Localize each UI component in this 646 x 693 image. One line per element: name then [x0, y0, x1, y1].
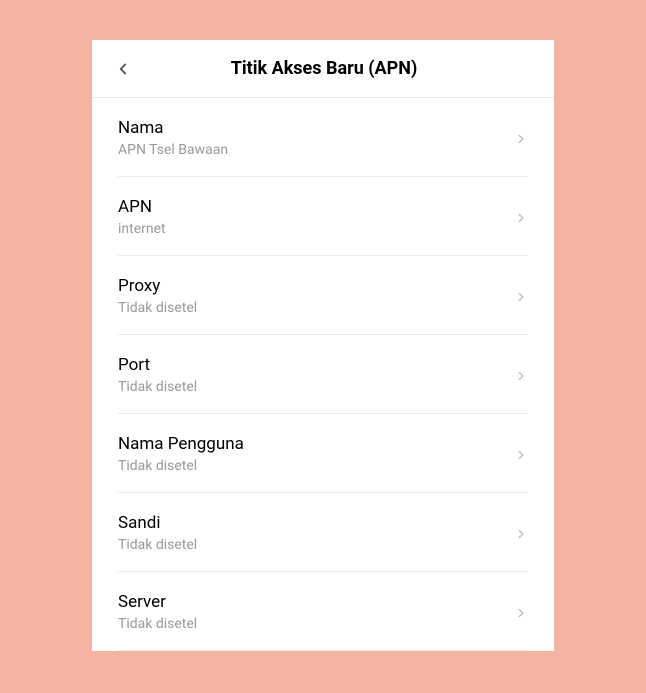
setting-item-text: Port Tidak disetel — [118, 355, 197, 395]
setting-value: Tidak disetel — [118, 616, 197, 632]
setting-label: Nama — [118, 118, 228, 138]
setting-label: APN — [118, 197, 166, 217]
page-title: Titik Akses Baru (APN) — [132, 58, 516, 79]
setting-value: Tidak disetel — [118, 537, 197, 553]
chevron-right-icon — [514, 210, 528, 224]
setting-label: Port — [118, 355, 197, 375]
setting-value: Tidak disetel — [118, 379, 197, 395]
settings-list: Nama APN Tsel Bawaan APN internet — [92, 98, 554, 651]
setting-item-sandi[interactable]: Sandi Tidak disetel — [118, 493, 528, 572]
chevron-right-icon — [514, 447, 528, 461]
setting-item-nama[interactable]: Nama APN Tsel Bawaan — [118, 98, 528, 177]
setting-item-text: Nama APN Tsel Bawaan — [118, 118, 228, 158]
back-icon[interactable] — [114, 60, 132, 78]
setting-value: internet — [118, 221, 166, 237]
chevron-right-icon — [514, 131, 528, 145]
chevron-right-icon — [514, 368, 528, 382]
setting-item-text: Proxy Tidak disetel — [118, 276, 197, 316]
setting-item-nama-pengguna[interactable]: Nama Pengguna Tidak disetel — [118, 414, 528, 493]
setting-item-server[interactable]: Server Tidak disetel — [118, 572, 528, 651]
setting-item-text: Server Tidak disetel — [118, 592, 197, 632]
setting-label: Sandi — [118, 513, 197, 533]
setting-item-apn[interactable]: APN internet — [118, 177, 528, 256]
setting-item-text: Sandi Tidak disetel — [118, 513, 197, 553]
header-bar: Titik Akses Baru (APN) — [92, 40, 554, 98]
setting-label: Server — [118, 592, 197, 612]
setting-value: APN Tsel Bawaan — [118, 142, 228, 158]
setting-item-text: APN internet — [118, 197, 166, 237]
setting-value: Tidak disetel — [118, 300, 197, 316]
chevron-right-icon — [514, 526, 528, 540]
setting-label: Proxy — [118, 276, 197, 296]
setting-value: Tidak disetel — [118, 458, 244, 474]
settings-panel: Titik Akses Baru (APN) Nama APN Tsel Baw… — [92, 40, 554, 651]
chevron-right-icon — [514, 289, 528, 303]
setting-item-port[interactable]: Port Tidak disetel — [118, 335, 528, 414]
setting-item-proxy[interactable]: Proxy Tidak disetel — [118, 256, 528, 335]
setting-label: Nama Pengguna — [118, 434, 244, 454]
setting-item-text: Nama Pengguna Tidak disetel — [118, 434, 244, 474]
chevron-right-icon — [514, 605, 528, 619]
